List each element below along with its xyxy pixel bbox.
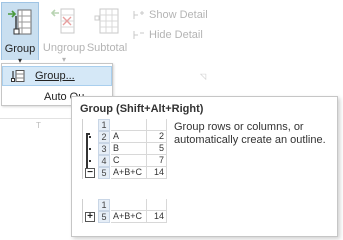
group-label: Group bbox=[4, 43, 36, 55]
cell: 5 bbox=[147, 143, 167, 155]
cell: 2 bbox=[147, 131, 167, 143]
menu-item-group-label: Group... bbox=[35, 70, 75, 82]
table-row: 3 B 5 bbox=[83, 143, 170, 155]
subtotal-button[interactable]: Subtotal bbox=[86, 2, 128, 60]
ungroup-button[interactable]: Ungroup ▾ bbox=[42, 2, 86, 64]
ungroup-label: Ungroup bbox=[42, 42, 86, 54]
tooltip-description: Group rows or columns, or automatically … bbox=[174, 121, 326, 146]
subtotal-icon bbox=[92, 6, 122, 36]
hide-detail-button[interactable]: Hide Detail bbox=[133, 27, 203, 43]
table-row: 2 A 2 bbox=[83, 131, 170, 143]
row-number: 5 bbox=[98, 167, 110, 179]
group-button[interactable]: Group ▾ bbox=[1, 2, 39, 65]
detail-dot bbox=[89, 160, 91, 162]
column-header: T bbox=[36, 121, 41, 130]
cell: A bbox=[111, 131, 147, 143]
tooltip-title: Group (Shift+Alt+Right) bbox=[80, 103, 204, 115]
group-tooltip: Group (Shift+Alt+Right) 1 2 A 2 3 B 5 4 … bbox=[71, 96, 338, 237]
row-number: 3 bbox=[98, 143, 110, 155]
cell: B bbox=[111, 143, 147, 155]
row-number: 2 bbox=[98, 131, 110, 143]
hide-detail-label: Hide Detail bbox=[149, 29, 203, 41]
detail-dot bbox=[89, 148, 91, 150]
collapse-icon: − bbox=[85, 168, 95, 178]
expand-icon: + bbox=[85, 212, 95, 222]
cell: A+B+C bbox=[111, 211, 147, 223]
table-row: 4 C 7 bbox=[83, 155, 170, 167]
outline-example-collapsed: 1 + 5 A+B+C 14 bbox=[82, 199, 170, 223]
cell: A+B+C bbox=[111, 167, 147, 179]
ribbon-outline-group: Group ▾ Ungroup ▾ Subtotal Show Detail H… bbox=[0, 0, 343, 65]
table-row: 1 bbox=[83, 119, 170, 131]
row-number: 5 bbox=[98, 211, 110, 223]
subtotal-label: Subtotal bbox=[86, 42, 128, 54]
detail-dot bbox=[89, 136, 91, 138]
show-detail-icon bbox=[133, 10, 145, 20]
hide-detail-icon bbox=[133, 30, 145, 40]
show-detail-label: Show Detail bbox=[149, 9, 208, 21]
cell: 14 bbox=[147, 167, 167, 179]
cell: 7 bbox=[147, 155, 167, 167]
cell: 14 bbox=[147, 211, 167, 223]
group-icon bbox=[5, 7, 35, 37]
table-row: 1 bbox=[83, 199, 170, 211]
cell: C bbox=[111, 155, 147, 167]
show-detail-button[interactable]: Show Detail bbox=[133, 7, 208, 23]
row-number: 1 bbox=[98, 199, 110, 211]
row-number: 1 bbox=[98, 119, 110, 131]
outline-example-expanded: 1 2 A 2 3 B 5 4 C 7 − 5 A+B+C 14 bbox=[82, 119, 170, 179]
dialog-launcher-icon[interactable]: ◹ bbox=[200, 72, 206, 81]
ungroup-icon bbox=[49, 6, 79, 36]
table-row: + 5 A+B+C 14 bbox=[83, 211, 170, 223]
sheet-gridline bbox=[0, 118, 80, 119]
row-number: 4 bbox=[98, 155, 110, 167]
menu-item-group[interactable]: Group... bbox=[2, 66, 112, 86]
group-rows-icon bbox=[11, 70, 25, 82]
table-row: − 5 A+B+C 14 bbox=[83, 167, 170, 179]
